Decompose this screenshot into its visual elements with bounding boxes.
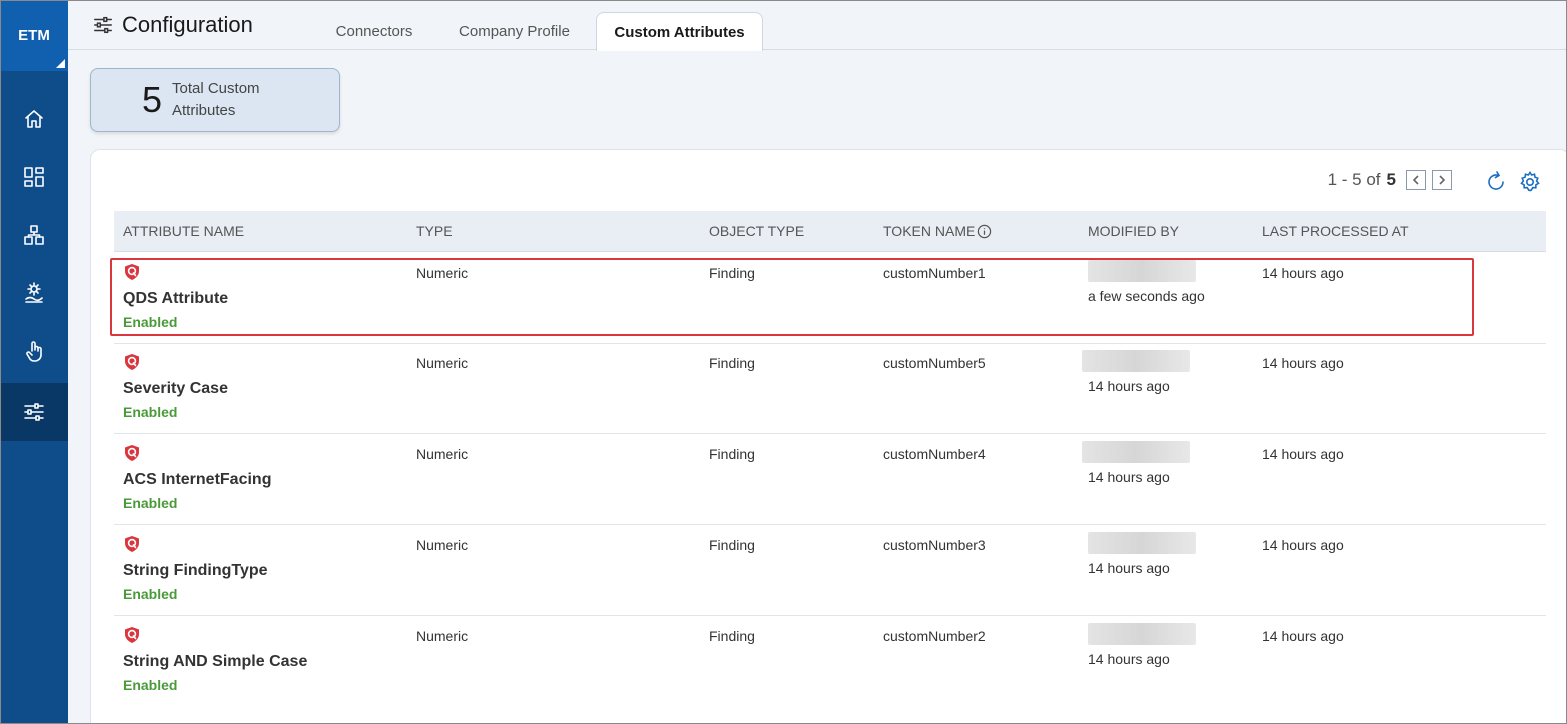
total-custom-attributes-card[interactable]: 5 Total Custom Attributes bbox=[90, 68, 340, 132]
brand-label: ETM bbox=[18, 27, 50, 44]
table-header: ATTRIBUTE NAME TYPE OBJECT TYPE TOKEN NA… bbox=[114, 211, 1546, 252]
nav-dashboard[interactable] bbox=[0, 148, 68, 206]
col-modified-by[interactable]: MODIFIED BY bbox=[1088, 223, 1179, 239]
sliders-icon bbox=[24, 403, 44, 421]
type-cell: Numeric bbox=[416, 355, 469, 371]
col-type[interactable]: TYPE bbox=[416, 223, 453, 239]
dashboard-icon bbox=[24, 167, 44, 187]
attribute-name-link[interactable]: String AND Simple Case bbox=[123, 653, 307, 671]
nav-assets[interactable] bbox=[0, 206, 68, 264]
object-type-cell: Finding bbox=[709, 355, 755, 371]
status-badge: Enabled bbox=[123, 495, 178, 511]
attribute-name-link[interactable]: Severity Case bbox=[123, 380, 228, 398]
object-type-cell: Finding bbox=[709, 265, 755, 281]
col-token-name[interactable]: TOKEN NAME bbox=[883, 223, 992, 239]
token-name-cell: customNumber1 bbox=[883, 265, 986, 281]
modified-time-cell: 14 hours ago bbox=[1088, 469, 1170, 485]
table-row[interactable]: QDS Attribute Enabled Numeric Finding cu… bbox=[114, 253, 1546, 344]
assets-icon bbox=[24, 225, 44, 245]
object-type-cell: Finding bbox=[709, 446, 755, 462]
last-processed-cell: 14 hours ago bbox=[1262, 446, 1344, 462]
info-icon[interactable] bbox=[977, 224, 992, 239]
qualys-shield-icon bbox=[125, 264, 139, 280]
type-cell: Numeric bbox=[416, 265, 469, 281]
modified-time-cell: 14 hours ago bbox=[1088, 560, 1170, 576]
attribute-name-link[interactable]: QDS Attribute bbox=[123, 290, 228, 308]
modified-time-cell: a few seconds ago bbox=[1088, 288, 1205, 304]
table-row[interactable]: String AND Simple Case Enabled Numeric F… bbox=[114, 616, 1546, 707]
settings-button[interactable] bbox=[1518, 170, 1542, 194]
page-title-text: Configuration bbox=[122, 12, 253, 37]
token-name-cell: customNumber3 bbox=[883, 537, 986, 553]
redacted-user bbox=[1082, 350, 1190, 372]
home-icon bbox=[25, 110, 43, 128]
token-name-cell: customNumber5 bbox=[883, 355, 986, 371]
next-page-button[interactable] bbox=[1432, 170, 1452, 190]
chevron-right-icon bbox=[1439, 175, 1446, 185]
nav-touch[interactable] bbox=[0, 322, 68, 380]
refresh-button[interactable] bbox=[1484, 170, 1508, 194]
stat-label: Total Custom Attributes bbox=[172, 80, 260, 119]
status-badge: Enabled bbox=[123, 404, 178, 420]
redacted-user bbox=[1088, 623, 1196, 645]
table-row[interactable]: Severity Case Enabled Numeric Finding cu… bbox=[114, 343, 1546, 434]
last-processed-cell: 14 hours ago bbox=[1262, 628, 1344, 644]
last-processed-cell: 14 hours ago bbox=[1262, 265, 1344, 281]
sliders-icon bbox=[94, 16, 112, 34]
object-type-cell: Finding bbox=[709, 628, 755, 644]
status-badge: Enabled bbox=[123, 677, 178, 693]
nav-configuration[interactable] bbox=[0, 383, 68, 441]
modified-time-cell: 14 hours ago bbox=[1088, 651, 1170, 667]
table-row[interactable]: ACS InternetFacing Enabled Numeric Findi… bbox=[114, 434, 1546, 525]
status-badge: Enabled bbox=[123, 586, 178, 602]
touch-icon bbox=[26, 341, 42, 362]
app-switcher[interactable]: ETM bbox=[0, 0, 68, 71]
qualys-shield-icon bbox=[125, 627, 139, 643]
last-processed-cell: 14 hours ago bbox=[1262, 537, 1344, 553]
tab-connectors[interactable]: Connectors bbox=[318, 12, 430, 51]
attribute-name-link[interactable]: String FindingType bbox=[123, 562, 268, 580]
type-cell: Numeric bbox=[416, 446, 469, 462]
redacted-user bbox=[1088, 532, 1196, 554]
col-object-type[interactable]: OBJECT TYPE bbox=[709, 223, 804, 239]
refresh-icon bbox=[1488, 171, 1504, 190]
settings-hand-icon bbox=[25, 282, 43, 303]
qualys-shield-icon bbox=[125, 445, 139, 461]
attribute-name-link[interactable]: ACS InternetFacing bbox=[123, 471, 271, 489]
status-badge: Enabled bbox=[123, 314, 178, 330]
pagination-total: 5 bbox=[1386, 170, 1396, 189]
pagination: 1 - 5 of 5 bbox=[1328, 170, 1452, 190]
type-cell: Numeric bbox=[416, 628, 469, 644]
nav-home[interactable] bbox=[0, 90, 68, 148]
type-cell: Numeric bbox=[416, 537, 469, 553]
token-name-cell: customNumber4 bbox=[883, 446, 986, 462]
nav-settings-hand[interactable] bbox=[0, 264, 68, 322]
col-token-name-label: TOKEN NAME bbox=[883, 223, 976, 239]
redacted-user bbox=[1082, 441, 1190, 463]
sidebar: ETM bbox=[0, 0, 68, 724]
header: Configuration Connectors Company Profile… bbox=[68, 0, 1567, 51]
qualys-shield-icon bbox=[125, 354, 139, 370]
table-row[interactable]: String FindingType Enabled Numeric Findi… bbox=[114, 525, 1546, 616]
col-attribute-name[interactable]: ATTRIBUTE NAME bbox=[123, 223, 244, 239]
gear-icon bbox=[1520, 171, 1540, 192]
pagination-range: 1 - 5 of bbox=[1327, 170, 1381, 189]
tab-company-profile[interactable]: Company Profile bbox=[446, 12, 583, 51]
object-type-cell: Finding bbox=[709, 537, 755, 553]
modified-time-cell: 14 hours ago bbox=[1088, 378, 1170, 394]
tab-custom-attributes[interactable]: Custom Attributes bbox=[596, 12, 763, 51]
corner-triangle-icon bbox=[56, 59, 65, 68]
col-last-processed-at[interactable]: LAST PROCESSED AT bbox=[1262, 223, 1409, 239]
chevron-left-icon bbox=[1412, 175, 1419, 185]
stat-count: 5 bbox=[142, 79, 163, 120]
prev-page-button[interactable] bbox=[1406, 170, 1426, 190]
token-name-cell: customNumber2 bbox=[883, 628, 986, 644]
last-processed-cell: 14 hours ago bbox=[1262, 355, 1344, 371]
qualys-shield-icon bbox=[125, 536, 139, 552]
page-title: Configuration bbox=[92, 12, 253, 38]
redacted-user bbox=[1088, 260, 1196, 282]
